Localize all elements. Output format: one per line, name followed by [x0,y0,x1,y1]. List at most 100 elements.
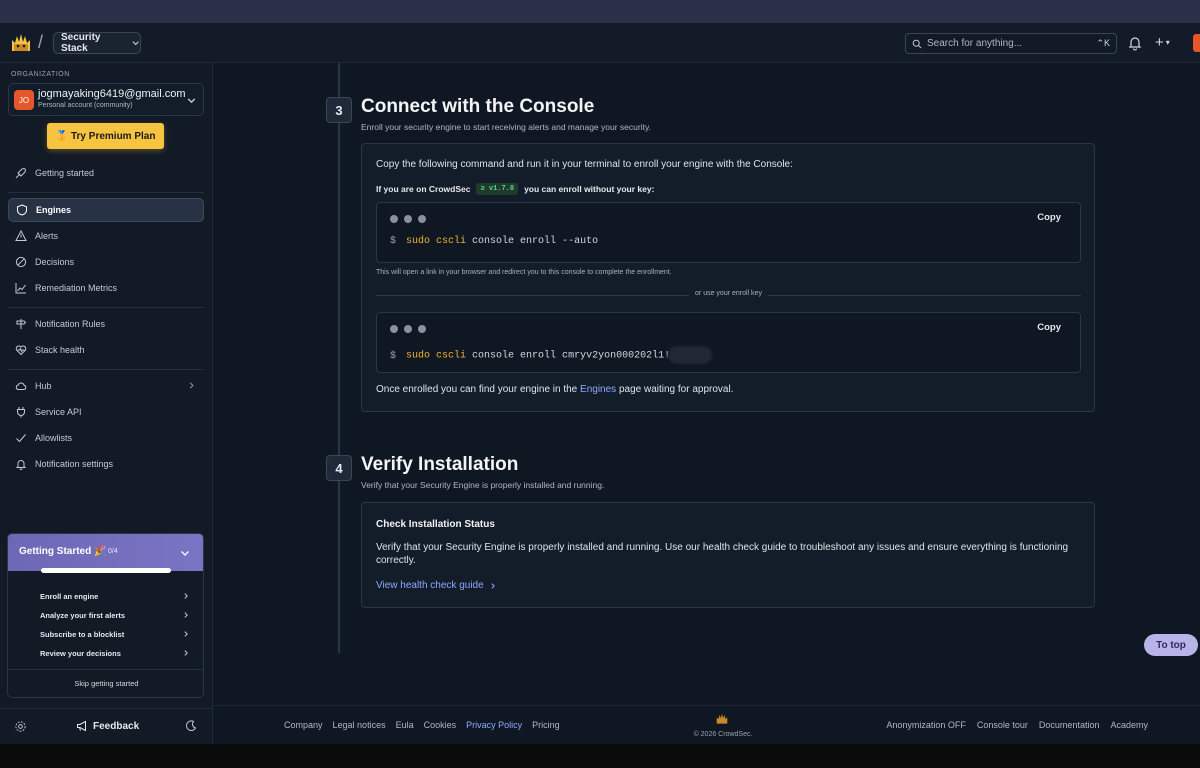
warning-icon [15,230,27,241]
crowdsec-logo-icon[interactable] [9,31,33,55]
bell-icon[interactable] [1127,35,1143,51]
footer-link[interactable]: Anonymization OFF [886,720,966,730]
step-timeline [338,63,340,653]
sidebar-item-alerts[interactable]: Alerts [8,224,204,248]
top-header: / Security Stack ⌃K +▾ [0,23,1200,63]
gs-step-analyze-alerts[interactable]: Analyze your first alerts [40,608,190,622]
sidebar-item-label: Decisions [35,257,75,267]
gear-icon[interactable] [14,720,27,733]
chevron-down-icon [187,98,196,104]
getting-started-card: Getting Started 🎉 0/4 Enroll an engine A… [7,533,204,698]
user-menu-avatar[interactable] [1193,34,1200,52]
crowdsec-version-note: If you are on CrowdSec ≥ v1.7.8 you can … [376,183,654,195]
chevron-right-icon [184,593,188,599]
sidebar-item-hub[interactable]: Hub [8,374,204,398]
crowdsec-suffix: you can enroll without your key: [524,184,655,194]
bottom-strip [0,744,1200,768]
add-menu-button[interactable]: + ▾ [1155,34,1170,51]
footer-link[interactable]: Eula [396,720,414,730]
code-block-auto: Copy $ sudo cscli console enroll --auto [376,202,1081,263]
code-command[interactable]: $ sudo cscli console enroll --auto [390,236,598,247]
gs-step-label: Review your decisions [40,648,121,658]
copy-button[interactable]: Copy [1037,212,1061,223]
divider [8,192,204,193]
sidebar-item-notification-settings[interactable]: Notification settings [8,452,204,476]
security-stack-selector[interactable]: Security Stack [53,32,141,54]
prompt-symbol: $ [390,236,397,247]
sidebar-item-remediation-metrics[interactable]: Remediation Metrics [8,276,204,300]
getting-started-title: Getting Started 🎉 [19,546,107,557]
step-subtitle: Enroll your security engine to start rec… [361,122,651,132]
footer-link[interactable]: Pricing [532,720,560,730]
sidebar-item-decisions[interactable]: Decisions [8,250,204,274]
rocket-icon [15,168,26,179]
health-check-label: View health check guide [376,580,484,591]
or-label: or use your enroll key [689,290,768,297]
chevron-down-icon[interactable] [179,547,191,559]
command-args: console enroll --auto [472,236,599,247]
feedback-button[interactable]: Feedback [76,720,139,732]
code-command[interactable]: $ sudo cscli console enroll cmryv2yon0002… [390,346,713,364]
moon-icon[interactable] [185,720,197,732]
browser-redirect-note: This will open a link in your browser an… [376,269,672,276]
gs-step-enroll-engine[interactable]: Enroll an engine [40,589,190,603]
plus-icon: + [1155,34,1164,51]
search-bar[interactable]: ⌃K [905,33,1117,54]
search-input[interactable] [927,38,1092,49]
getting-started-header[interactable]: Getting Started 🎉 0/4 [8,534,203,571]
chevron-right-icon [184,650,188,656]
sidebar-item-label: Engines [36,205,72,215]
sidebar-item-allowlists[interactable]: Allowlists [8,426,204,450]
window-dots-icon [390,325,426,333]
signpost-icon [16,319,27,329]
crowdsec-prefix: If you are on CrowdSec [376,184,471,194]
account-email: jogmayaking6419@gmail.com [38,88,186,100]
footer-link[interactable]: Privacy Policy [466,720,522,730]
sidebar-item-label: Alerts [35,231,59,241]
footer-links: Company Legal notices Eula Cookies Priva… [284,720,560,730]
getting-started-count: 0/4 [108,548,118,555]
prompt-symbol: $ [390,350,397,362]
connect-console-card: Copy the following command and run it in… [361,143,1095,412]
sidebar-item-notification-rules[interactable]: Notification Rules [8,312,204,336]
command-args: console enroll cmryv2yon000202l1! [472,350,671,362]
try-premium-button[interactable]: 🏅 Try Premium Plan [47,123,164,149]
heart-pulse-icon [15,345,27,356]
shield-icon [17,204,27,216]
enrolled-prefix: Once enrolled you can find your engine i… [376,384,578,395]
search-shortcut: ⌃K [1096,38,1110,48]
chevron-right-icon [184,631,188,637]
footer-link[interactable]: Legal notices [333,720,386,730]
step-title: Verify Installation [361,454,519,475]
account-switcher[interactable]: JO jogmayaking6419@gmail.com Personal ac… [8,83,204,116]
gs-step-review-decisions[interactable]: Review your decisions [40,646,190,660]
enroll-instructions: Copy the following command and run it in… [376,159,793,170]
engines-link[interactable]: Engines [580,384,616,395]
page-footer: Company Legal notices Eula Cookies Priva… [213,705,1200,744]
chevron-down-icon [132,41,139,46]
to-top-button[interactable]: To top [1144,634,1198,656]
footer-link[interactable]: Cookies [424,720,457,730]
footer-link[interactable]: Documentation [1039,720,1100,730]
command-keyword: sudo cscli [406,236,467,247]
enrolled-note: Once enrolled you can find your engine i… [376,384,733,395]
sidebar-item-engines[interactable]: Engines [8,198,204,222]
version-badge: ≥ v1.7.8 [476,183,519,195]
avatar: JO [14,90,34,110]
footer-link[interactable]: Company [284,720,323,730]
gs-step-subscribe-blocklist[interactable]: Subscribe to a blocklist [40,627,190,641]
skip-getting-started-button[interactable]: Skip getting started [8,679,203,688]
megaphone-icon [77,720,86,732]
top-strip [0,0,1200,23]
footer-link[interactable]: Academy [1110,720,1148,730]
sidebar: ORGANIZATION JO jogmayaking6419@gmail.co… [0,63,213,744]
sidebar-item-stack-health[interactable]: Stack health [8,338,204,362]
sidebar-item-label: Notification settings [35,459,114,469]
health-check-guide-link[interactable]: View health check guide [376,580,497,591]
footer-link[interactable]: Console tour [977,720,1028,730]
copy-button[interactable]: Copy [1037,322,1061,333]
sidebar-item-label: Stack health [35,345,85,355]
sidebar-item-getting-started[interactable]: Getting started [8,161,204,185]
sidebar-item-service-api[interactable]: Service API [8,400,204,424]
step-number-badge: 4 [326,455,352,481]
